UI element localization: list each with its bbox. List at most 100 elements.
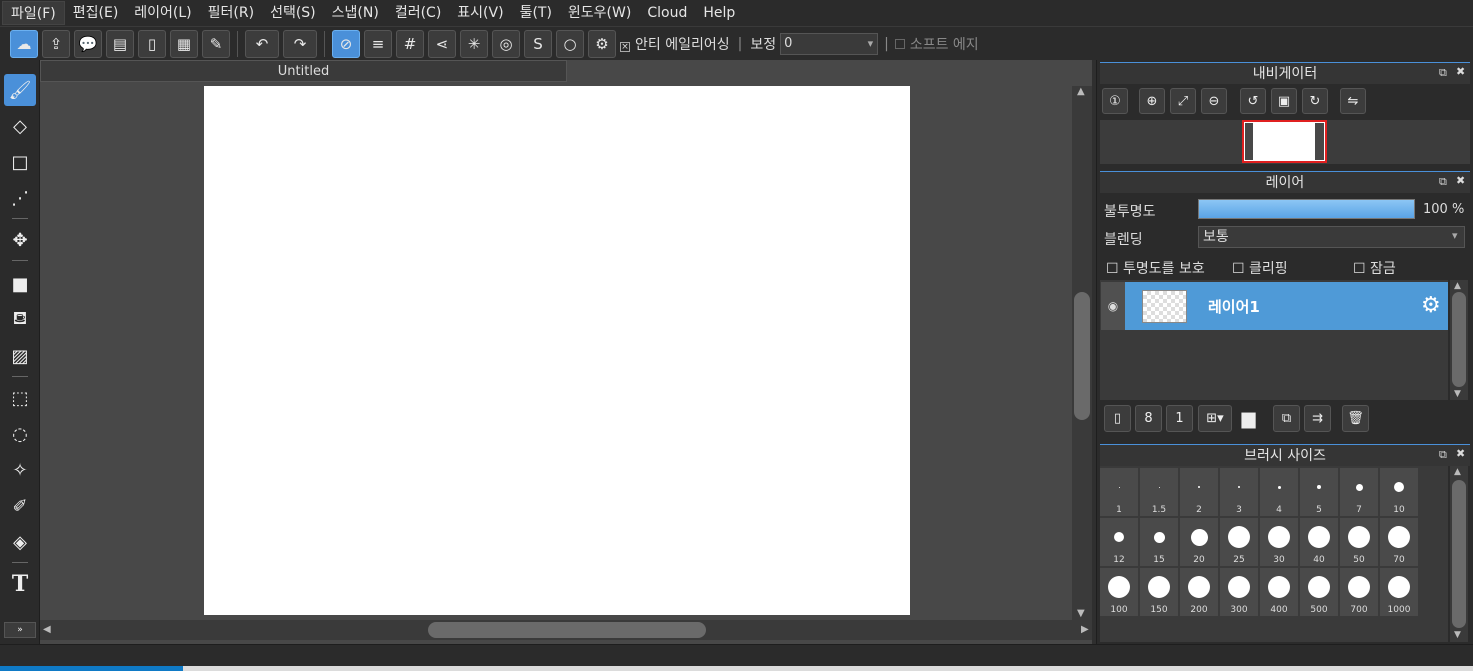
scroll-down-icon[interactable]: ▼ — [1077, 608, 1085, 619]
blending-select[interactable]: 보통 — [1198, 226, 1465, 248]
brush-size-cell[interactable]: 150 — [1140, 568, 1178, 616]
snap-circle-icon[interactable]: ◎ — [492, 29, 520, 58]
brush-tool-icon[interactable]: 🖌 — [4, 74, 36, 106]
magic-wand-tool-icon[interactable]: ✧ — [4, 454, 36, 486]
rotate-right-icon[interactable]: ↻ — [1302, 88, 1328, 114]
brush-size-cell[interactable]: 70 — [1380, 518, 1418, 566]
brush-size-cell[interactable]: 4 — [1260, 468, 1298, 516]
visibility-icon[interactable]: ◉ — [1101, 282, 1125, 330]
snap-ellipse-icon[interactable]: ○ — [556, 29, 584, 58]
undo-icon[interactable]: ↶ — [245, 29, 279, 58]
select-eraser-tool-icon[interactable]: ◈ — [4, 526, 36, 558]
brush-size-scroll-thumb[interactable] — [1452, 480, 1466, 628]
zoom-out-icon[interactable]: ⊖ — [1201, 88, 1227, 114]
brush-size-cell[interactable]: 400 — [1260, 568, 1298, 616]
float-panel-icon[interactable]: ⧉ — [1439, 175, 1447, 189]
menu-window[interactable]: 윈도우(W) — [560, 1, 639, 25]
brush-size-cell[interactable]: 100 — [1100, 568, 1138, 616]
brush-size-cell[interactable]: 15 — [1140, 518, 1178, 566]
canvas-horizontal-scroll-thumb[interactable] — [428, 622, 706, 638]
brush-size-cell[interactable]: 200 — [1180, 568, 1218, 616]
menu-cloud[interactable]: Cloud — [639, 1, 695, 25]
scroll-up-icon[interactable]: ▲ — [1077, 86, 1085, 97]
fit-window-icon[interactable]: ▣ — [1271, 88, 1297, 114]
brush-size-cell[interactable]: 300 — [1220, 568, 1258, 616]
merge-layer-icon[interactable]: ⇉ — [1304, 405, 1331, 432]
scroll-up-icon[interactable]: ▲ — [1454, 281, 1461, 291]
close-icon[interactable]: ✖ — [1456, 447, 1465, 460]
select-pen-tool-icon[interactable]: ✐ — [4, 490, 36, 522]
rect-select-tool-icon[interactable]: ⬚ — [4, 382, 36, 414]
brush-size-cell[interactable]: 50 — [1340, 518, 1378, 566]
brush-size-cell[interactable]: 40 — [1300, 518, 1338, 566]
folder-icon[interactable]: ▆ — [1235, 405, 1262, 432]
drawing-canvas[interactable] — [204, 86, 910, 615]
menu-snap[interactable]: 스냅(N) — [324, 1, 387, 25]
correction-select[interactable]: 0 — [780, 32, 879, 55]
brush-size-cell[interactable]: 1000 — [1380, 568, 1418, 616]
cloud-icon[interactable]: ☁ — [10, 29, 38, 58]
panel-layout-icon[interactable]: ▦ — [170, 29, 198, 58]
duplicate-layer-icon[interactable]: ⧉ — [1273, 405, 1300, 432]
expand-tools-icon[interactable]: » — [4, 622, 36, 638]
gradient-tool-icon[interactable]: ▨ — [4, 340, 36, 372]
clipping-checkbox[interactable]: ☐ 클리핑 — [1232, 258, 1288, 278]
comment-icon[interactable]: ▤ — [106, 29, 134, 58]
trash-icon[interactable]: 🗑 — [1342, 405, 1369, 432]
brush-size-cell[interactable]: 700 — [1340, 568, 1378, 616]
antialias-checkbox[interactable]: × 안티 에일리어싱 — [620, 34, 730, 54]
snap-parallel-icon[interactable]: ≡ — [364, 29, 392, 58]
scroll-right-icon[interactable]: ▶ — [1081, 624, 1089, 635]
redo-icon[interactable]: ↷ — [283, 29, 317, 58]
zoom-in-icon[interactable]: ⊕ — [1139, 88, 1165, 114]
eraser-tool-icon[interactable]: ◇ — [4, 110, 36, 142]
new-layer-icon[interactable]: ▯ — [1104, 405, 1131, 432]
lock-checkbox[interactable]: ☐ 잠금 — [1353, 258, 1396, 278]
move-tool-icon[interactable]: ✥ — [4, 224, 36, 256]
menu-select[interactable]: 선택(S) — [262, 1, 324, 25]
snap-curve-icon[interactable]: S — [524, 29, 552, 58]
shape-tool-icon[interactable]: □ — [4, 146, 36, 178]
menu-help[interactable]: Help — [695, 1, 743, 25]
add-layer-menu-icon[interactable]: ⊞▾ — [1198, 405, 1232, 432]
fill-rect-tool-icon[interactable]: ■ — [4, 268, 36, 300]
brush-size-cell[interactable]: 5 — [1300, 468, 1338, 516]
page-icon[interactable]: ▯ — [138, 29, 166, 58]
snap-perspective-icon[interactable]: ⋖ — [428, 29, 456, 58]
snap-settings-icon[interactable]: ⚙ — [588, 29, 616, 58]
lasso-tool-icon[interactable]: ◌ — [4, 418, 36, 450]
rotate-left-icon[interactable]: ↺ — [1240, 88, 1266, 114]
float-panel-icon[interactable]: ⧉ — [1439, 448, 1447, 462]
scroll-down-icon[interactable]: ▼ — [1454, 389, 1461, 399]
new-1bit-layer-icon[interactable]: 1 — [1166, 405, 1193, 432]
menu-layer[interactable]: 레이어(L) — [126, 1, 199, 25]
fit-screen-icon[interactable]: ⤢ — [1170, 88, 1196, 114]
brush-size-cell[interactable]: 1 — [1100, 468, 1138, 516]
canvas-vertical-scroll-thumb[interactable] — [1074, 292, 1090, 420]
brush-size-cell[interactable]: 25 — [1220, 518, 1258, 566]
menu-edit[interactable]: 편집(E) — [65, 1, 127, 25]
dot-brush-tool-icon[interactable]: ⋰ — [4, 182, 36, 214]
close-icon[interactable]: ✖ — [1456, 65, 1465, 78]
snap-grid-icon[interactable]: # — [396, 29, 424, 58]
snap-radial-icon[interactable]: ✳ — [460, 29, 488, 58]
text-tool-icon[interactable]: T — [4, 568, 36, 600]
opacity-slider[interactable] — [1198, 199, 1415, 219]
brush-size-cell[interactable]: 3 — [1220, 468, 1258, 516]
brush-size-cell[interactable]: 500 — [1300, 568, 1338, 616]
speech-bubble-icon[interactable]: 💬 — [74, 29, 102, 58]
bucket-tool-icon[interactable]: ⛾ — [4, 304, 36, 336]
protect-alpha-checkbox[interactable]: ☐ 투명도를 보호 — [1106, 258, 1205, 278]
menu-tool[interactable]: 툴(T) — [512, 1, 560, 25]
brush-size-cell[interactable]: 10 — [1380, 468, 1418, 516]
zoom-actual-icon[interactable]: ① — [1102, 88, 1128, 114]
scroll-up-icon[interactable]: ▲ — [1454, 467, 1461, 477]
new-8bit-layer-icon[interactable]: 8 — [1135, 405, 1162, 432]
brush-size-cell[interactable]: 1.5 — [1140, 468, 1178, 516]
scroll-down-icon[interactable]: ▼ — [1454, 630, 1461, 640]
float-panel-icon[interactable]: ⧉ — [1439, 66, 1447, 80]
brush-size-cell[interactable]: 20 — [1180, 518, 1218, 566]
soft-edge-checkbox[interactable]: 소프트 에지 — [894, 34, 979, 54]
menu-color[interactable]: 컬러(C) — [387, 1, 449, 25]
brush-size-cell[interactable]: 2 — [1180, 468, 1218, 516]
